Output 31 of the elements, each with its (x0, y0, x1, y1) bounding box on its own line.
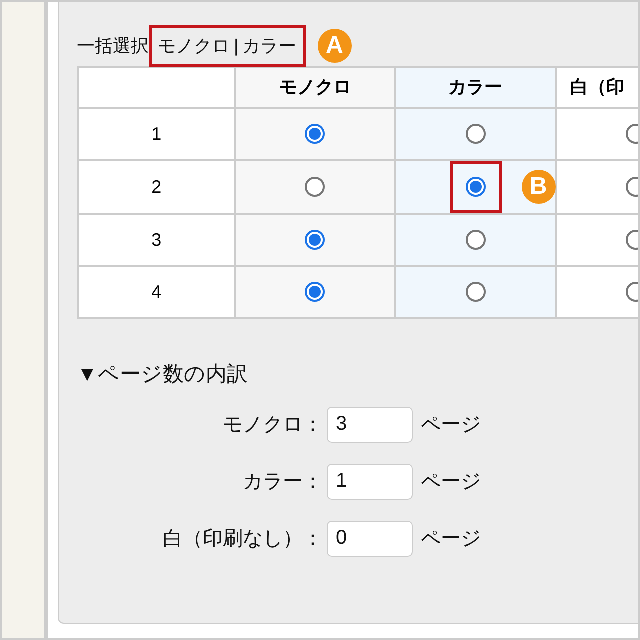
radio-button[interactable] (466, 124, 486, 144)
row-number: 4 (78, 266, 236, 318)
row-number: 3 (78, 214, 236, 266)
callout-badge: A (318, 29, 352, 63)
bulk-select-label: 一括選択 (77, 34, 149, 58)
section-title: ▼ページ数の内訳 (77, 362, 249, 388)
input-field[interactable]: 0 (327, 520, 413, 556)
field-label: カラー： (242, 470, 323, 494)
radio-button[interactable] (466, 177, 486, 197)
field-label: 白（印刷なし）： (162, 526, 323, 552)
input-field[interactable]: 1 (327, 464, 413, 500)
column-header: モノクロ (279, 77, 352, 97)
column-header: カラー (448, 77, 503, 97)
bulk-select-link[interactable]: モノクロ (158, 32, 230, 60)
input-field[interactable]: 3 (327, 406, 413, 442)
field-label: モノクロ： (222, 412, 323, 438)
callout-badge: B (522, 170, 556, 204)
bulk-select-link[interactable]: カラー (242, 32, 297, 60)
separator: | (234, 34, 239, 58)
row-number: 2 (78, 160, 236, 214)
radio-button[interactable] (305, 124, 326, 144)
radio-button[interactable] (305, 177, 326, 197)
unit-label: ページ (421, 412, 481, 438)
column-header: 白（印 (570, 77, 625, 97)
radio-button[interactable] (466, 282, 486, 302)
radio-button[interactable] (305, 230, 326, 250)
radio-button[interactable] (305, 282, 326, 302)
unit-label: ページ (421, 526, 481, 552)
radio-button[interactable] (466, 230, 486, 250)
row-number: 1 (78, 108, 236, 160)
unit-label: ページ (421, 470, 481, 494)
